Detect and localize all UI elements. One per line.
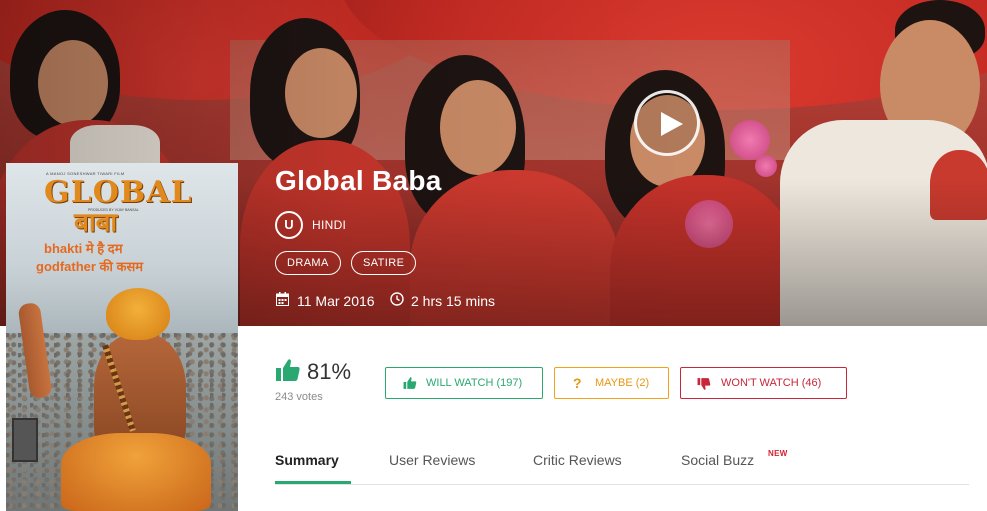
poster-robe [61, 433, 211, 511]
rating-percent: 81% [307, 359, 352, 384]
poster-tagline2: godfather की कसम [36, 259, 144, 274]
maybe-button[interactable]: ? MAYBE (2) [554, 367, 669, 399]
play-trailer-button[interactable] [634, 90, 700, 156]
thumbs-up-icon [403, 377, 417, 389]
poster-speaker [12, 418, 38, 462]
thumbs-up-icon [276, 359, 300, 381]
genre-tag-drama[interactable]: DRAMA [275, 251, 341, 275]
play-icon [661, 112, 683, 136]
will-watch-button[interactable]: WILL WATCH (197) [385, 367, 543, 399]
clock-icon [390, 292, 404, 306]
poster-tagline1: bhakti मे है दम [44, 241, 123, 256]
poster-title-line1: GLOBAL [44, 175, 193, 210]
tabs-divider [275, 484, 969, 485]
question-icon: ? [573, 375, 582, 391]
poster-turban [106, 288, 170, 340]
genre-tag-satire[interactable]: SATIRE [351, 251, 417, 275]
tab-summary[interactable]: Summary [275, 452, 339, 468]
tab-social-buzz[interactable]: Social Buzz [681, 452, 754, 468]
language-icon: U [275, 211, 303, 239]
vote-count: 243 votes [275, 391, 323, 403]
duration: 2 hrs 15 mins [411, 293, 496, 309]
wont-watch-label: WON'T WATCH (46) [721, 377, 822, 389]
poster-title-line2: बाबा [74, 208, 118, 238]
wont-watch-button[interactable]: WON'T WATCH (46) [680, 367, 847, 399]
release-date: 11 Mar 2016 [297, 293, 375, 309]
movie-poster: A MANOJ SONESHWAR TIWARI FILM GLOBAL PRO… [6, 163, 238, 511]
new-badge: NEW [768, 449, 788, 458]
language-label: HINDI [312, 218, 347, 232]
thumbs-down-icon [697, 378, 711, 390]
calendar-icon [276, 292, 289, 306]
tab-user-reviews[interactable]: User Reviews [389, 452, 475, 468]
maybe-label: MAYBE (2) [595, 377, 650, 389]
tab-critic-reviews[interactable]: Critic Reviews [533, 452, 622, 468]
will-watch-label: WILL WATCH (197) [426, 377, 523, 389]
movie-title: Global Baba [275, 165, 442, 196]
